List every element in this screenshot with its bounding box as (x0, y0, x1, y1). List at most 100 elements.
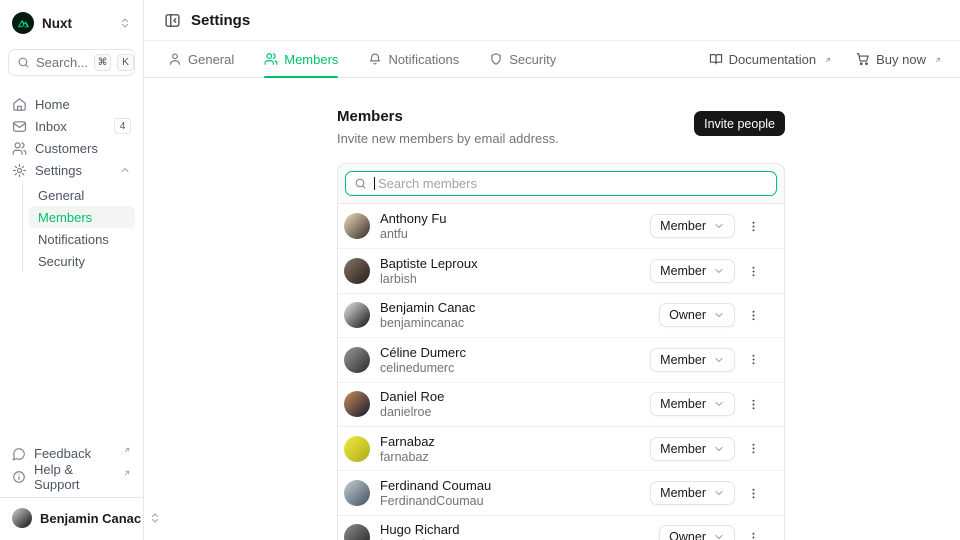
member-role-select[interactable]: Member (650, 259, 735, 283)
workspace-name: Nuxt (42, 16, 111, 31)
member-name: Céline Dumerc (380, 345, 466, 360)
member-avatar (344, 302, 370, 328)
member-role-select[interactable]: Member (650, 348, 735, 372)
member-options-button[interactable] (744, 303, 762, 327)
info-circle-icon (12, 470, 26, 484)
main-panel: Settings General Members Notifications (144, 0, 960, 540)
member-role-select[interactable]: Member (650, 481, 735, 505)
member-username: benjamincanac (380, 316, 475, 330)
sidebar-item-members[interactable]: Members (29, 206, 135, 228)
kebab-menu-icon (747, 442, 760, 455)
sidebar-search-placeholder: Search... (36, 55, 88, 70)
kbd-cmd: ⌘ (94, 54, 111, 71)
tab-security[interactable]: Security (489, 41, 556, 77)
sidebar-nav: Home Inbox 4 Customers Settings (8, 93, 135, 272)
member-role-select[interactable]: Owner (659, 525, 735, 540)
help-support-link[interactable]: Help & Support (8, 465, 135, 488)
users-icon (12, 141, 27, 156)
section-description: Invite new members by email address. (337, 131, 559, 146)
person-icon (168, 52, 182, 66)
member-role-label: Owner (669, 530, 706, 540)
external-link-icon (123, 446, 131, 454)
collapse-sidebar-icon[interactable] (164, 12, 181, 29)
members-list: Anthony Fu antfu Member Baptiste Leproux… (338, 203, 784, 540)
sidebar-item-security[interactable]: Security (29, 250, 135, 272)
member-options-button[interactable] (744, 525, 762, 540)
cart-icon (856, 52, 870, 66)
sidebar-search-input[interactable]: Search... ⌘ K (8, 49, 135, 76)
inbox-icon (12, 119, 27, 134)
chat-bubble-icon (12, 447, 26, 461)
member-options-button[interactable] (744, 481, 762, 505)
kebab-menu-icon (747, 487, 760, 500)
settings-subnav: General Members Notifications Security (22, 184, 135, 272)
member-role-select[interactable]: Member (650, 214, 735, 238)
sidebar-item-notifications[interactable]: Notifications (29, 228, 135, 250)
member-role-label: Member (660, 219, 706, 233)
member-role-select[interactable]: Member (650, 437, 735, 461)
member-avatar (344, 391, 370, 417)
member-username: antfu (380, 227, 447, 241)
member-options-button[interactable] (744, 437, 762, 461)
page-title: Settings (191, 12, 250, 29)
member-row: Hugo Richard hugorcd Owner (338, 515, 784, 540)
sidebar-item-settings[interactable]: Settings (8, 159, 135, 181)
users-icon (264, 52, 278, 66)
member-avatar (344, 213, 370, 239)
member-avatar (344, 524, 370, 540)
tab-notifications[interactable]: Notifications (368, 41, 459, 77)
member-username: FerdinandCoumau (380, 494, 491, 508)
sidebar: Nuxt Search... ⌘ K Home (0, 0, 144, 540)
kebab-menu-icon (747, 353, 760, 366)
app-window: Nuxt Search... ⌘ K Home (0, 0, 960, 540)
search-members-input[interactable]: Search members (345, 171, 777, 196)
member-options-button[interactable] (744, 392, 762, 416)
search-icon (354, 177, 367, 190)
sidebar-item-inbox[interactable]: Inbox 4 (8, 115, 135, 137)
member-row: Daniel Roe danielroe Member (338, 382, 784, 426)
tab-members[interactable]: Members (264, 41, 338, 77)
external-link-icon (123, 469, 131, 477)
header-links: Documentation Buy now (709, 52, 942, 67)
member-role-label: Member (660, 486, 706, 500)
member-avatar (344, 258, 370, 284)
content-area: Members Invite new members by email addr… (144, 78, 960, 540)
members-card: Search members Anthony Fu antfu Member B… (337, 163, 785, 540)
member-role-select[interactable]: Member (650, 392, 735, 416)
member-options-button[interactable] (744, 214, 762, 238)
kebab-menu-icon (747, 531, 760, 540)
kbd-k: K (117, 54, 134, 71)
member-row: Anthony Fu antfu Member (338, 204, 784, 248)
chevron-down-icon (713, 220, 725, 232)
workspace-selector[interactable]: Nuxt (8, 10, 135, 34)
member-username: larbish (380, 272, 478, 286)
section-title: Members (337, 108, 559, 125)
kebab-menu-icon (747, 309, 760, 322)
chevron-down-icon (713, 487, 725, 499)
external-link-icon (824, 56, 832, 64)
member-role-label: Owner (669, 308, 706, 322)
tab-general[interactable]: General (168, 41, 234, 77)
user-avatar (12, 508, 32, 528)
member-username: farnabaz (380, 450, 435, 464)
sidebar-item-customers[interactable]: Customers (8, 137, 135, 159)
member-row: Baptiste Leproux larbish Member (338, 248, 784, 292)
buy-now-link[interactable]: Buy now (856, 52, 942, 67)
user-menu[interactable]: Benjamin Canac (8, 498, 135, 532)
member-options-button[interactable] (744, 348, 762, 372)
sidebar-item-general[interactable]: General (29, 184, 135, 206)
sidebar-footer: Feedback Help & Support Benjamin Canac (8, 442, 135, 532)
chevron-down-icon (713, 531, 725, 540)
chevron-down-icon (713, 354, 725, 366)
member-role-select[interactable]: Owner (659, 303, 735, 327)
invite-people-button[interactable]: Invite people (694, 111, 785, 136)
member-row: Céline Dumerc celinedumerc Member (338, 337, 784, 381)
member-name: Ferdinand Coumau (380, 478, 491, 493)
book-icon (709, 52, 723, 66)
sidebar-item-home[interactable]: Home (8, 93, 135, 115)
search-members-placeholder: Search members (378, 176, 477, 191)
documentation-link[interactable]: Documentation (709, 52, 832, 67)
chevrons-up-down-icon (119, 17, 131, 29)
member-options-button[interactable] (744, 259, 762, 283)
chevron-down-icon (713, 265, 725, 277)
